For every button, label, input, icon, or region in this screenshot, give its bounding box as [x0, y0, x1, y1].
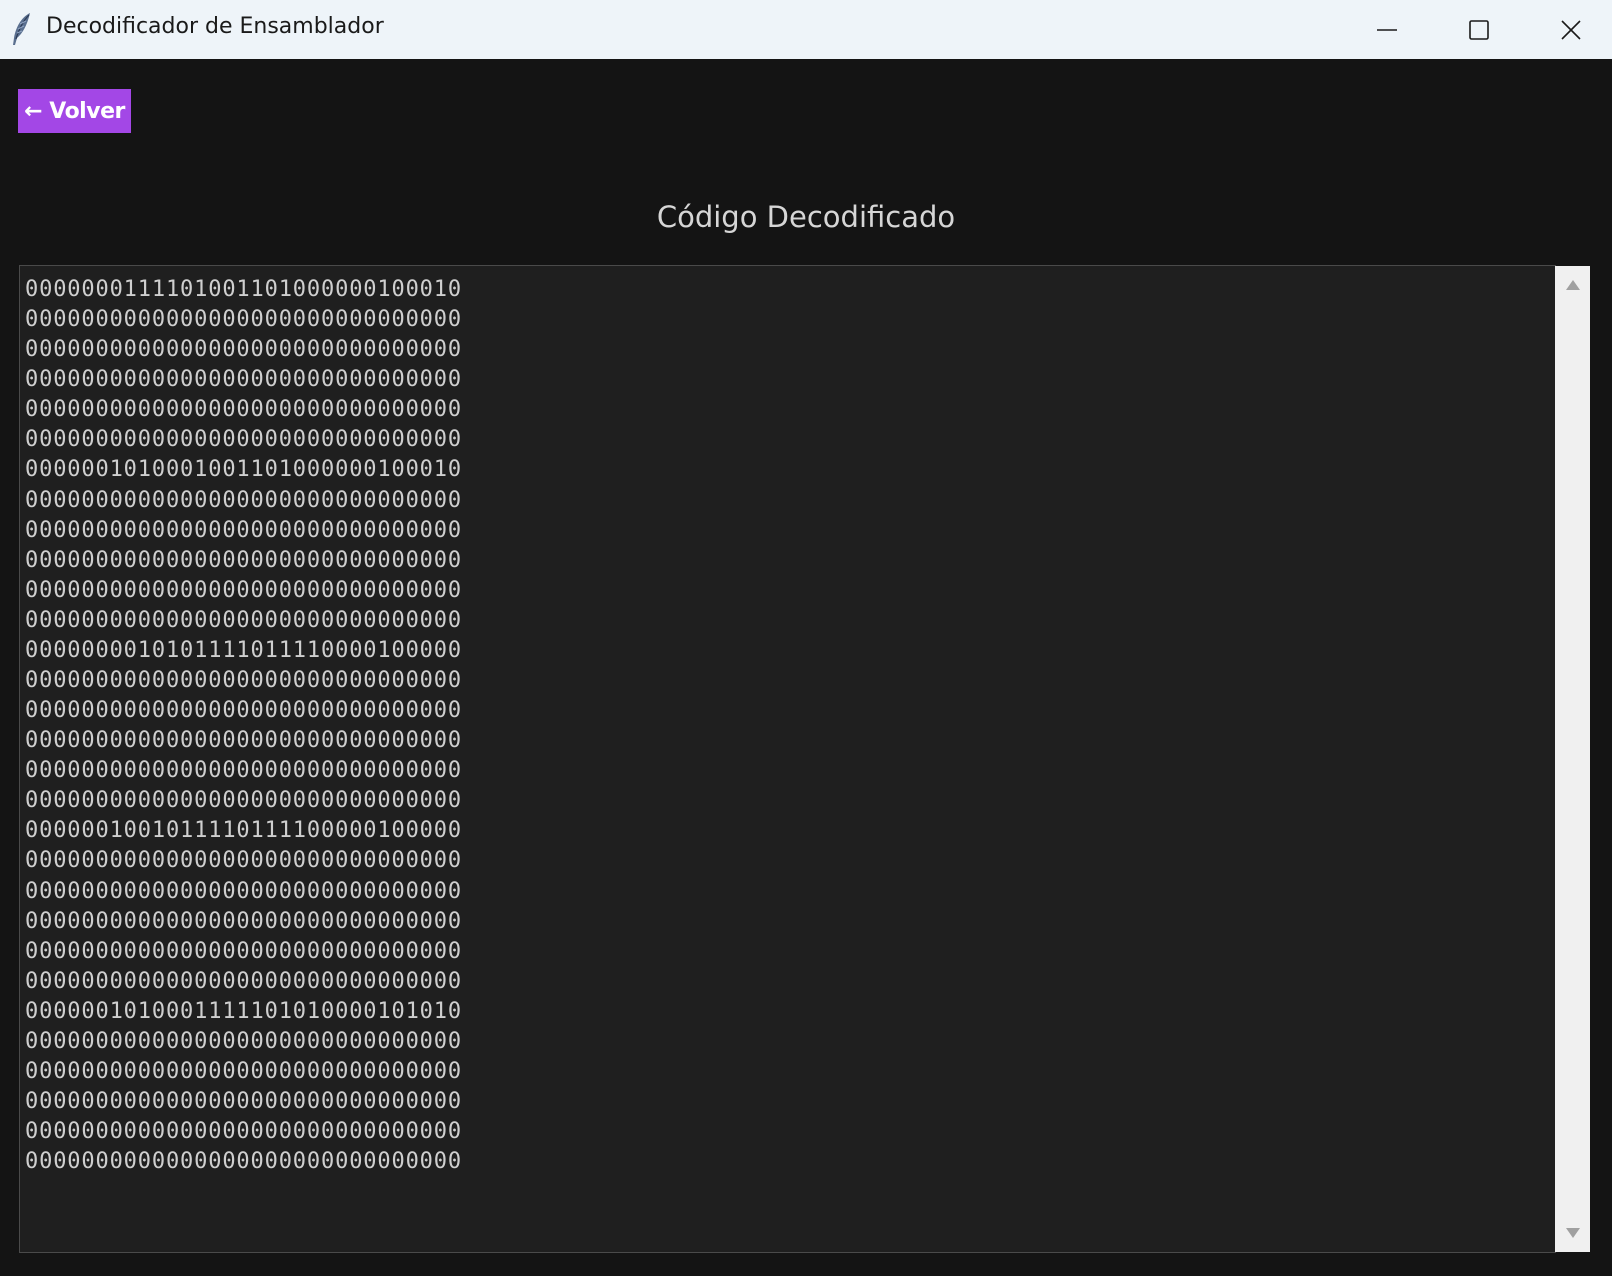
minimize-button[interactable] — [1342, 0, 1432, 59]
code-line: 0000000000000000000000000000000 — [25, 427, 462, 453]
decoded-code-textarea[interactable]: 0000000111101001101000000100010 000000000… — [19, 265, 1556, 1253]
feather-icon — [13, 13, 30, 45]
code-line: 0000000000000000000000000000000 — [25, 547, 462, 573]
code-lines-list: 0000000111101001101000000100010 000000000… — [25, 275, 462, 1177]
code-line: 0000001010001111101010000101010 — [25, 998, 462, 1024]
page-title: Código Decodificado — [656, 200, 956, 234]
close-button[interactable] — [1526, 0, 1612, 59]
code-line: 0000000000000000000000000000000 — [25, 848, 462, 874]
scroll-up-button[interactable] — [1555, 270, 1590, 300]
back-button[interactable]: ← Volver — [18, 89, 131, 133]
close-icon — [1561, 19, 1581, 40]
minimize-icon — [1377, 28, 1397, 31]
code-line: 0000000000000000000000000000000 — [25, 1149, 462, 1175]
maximize-icon — [1469, 19, 1489, 40]
code-line: 0000000000000000000000000000000 — [25, 878, 462, 904]
vertical-scrollbar[interactable] — [1555, 266, 1590, 1252]
code-line: 0000000000000000000000000000000 — [25, 367, 462, 393]
code-line: 0000000000000000000000000000000 — [25, 788, 462, 814]
app-window: Decodificador de Ensamblador ← Volver Có… — [0, 0, 1612, 1276]
code-line: 0000000000000000000000000000000 — [25, 307, 462, 333]
scroll-down-arrow-icon — [1565, 1228, 1580, 1238]
code-line: 0000000000000000000000000000000 — [25, 938, 462, 964]
code-line: 0000000000000000000000000000000 — [25, 487, 462, 513]
window-title: Decodificador de Ensamblador — [46, 14, 384, 39]
code-line: 0000000000000000000000000000000 — [25, 1028, 462, 1054]
code-line: 0000001001011110111100000100000 — [25, 818, 462, 844]
code-line: 0000000000000000000000000000000 — [25, 728, 462, 754]
code-line: 0000000000000000000000000000000 — [25, 397, 462, 423]
code-line: 0000000000000000000000000000000 — [25, 337, 462, 363]
code-line: 0000001010001001101000000100010 — [25, 457, 462, 483]
code-line: 0000000000000000000000000000000 — [25, 758, 462, 784]
code-line: 0000000000000000000000000000000 — [25, 968, 462, 994]
code-line: 0000000111101001101000000100010 — [25, 277, 462, 302]
code-line: 0000000000000000000000000000000 — [25, 668, 462, 694]
code-line: 0000000000000000000000000000000 — [25, 698, 462, 724]
code-line: 0000000010101111011110000100000 — [25, 637, 462, 663]
code-line: 0000000000000000000000000000000 — [25, 908, 462, 934]
code-line: 0000000000000000000000000000000 — [25, 1089, 462, 1115]
title-bar[interactable]: Decodificador de Ensamblador — [0, 0, 1612, 59]
code-line: 0000000000000000000000000000000 — [25, 577, 462, 603]
code-line: 0000000000000000000000000000000 — [25, 517, 462, 543]
scroll-up-arrow-icon — [1565, 280, 1580, 290]
maximize-button[interactable] — [1434, 0, 1524, 59]
code-line: 0000000000000000000000000000000 — [25, 1059, 462, 1085]
code-line: 0000000000000000000000000000000 — [25, 607, 462, 633]
scroll-down-button[interactable] — [1555, 1218, 1590, 1248]
code-line: 0000000000000000000000000000000 — [25, 1119, 462, 1145]
